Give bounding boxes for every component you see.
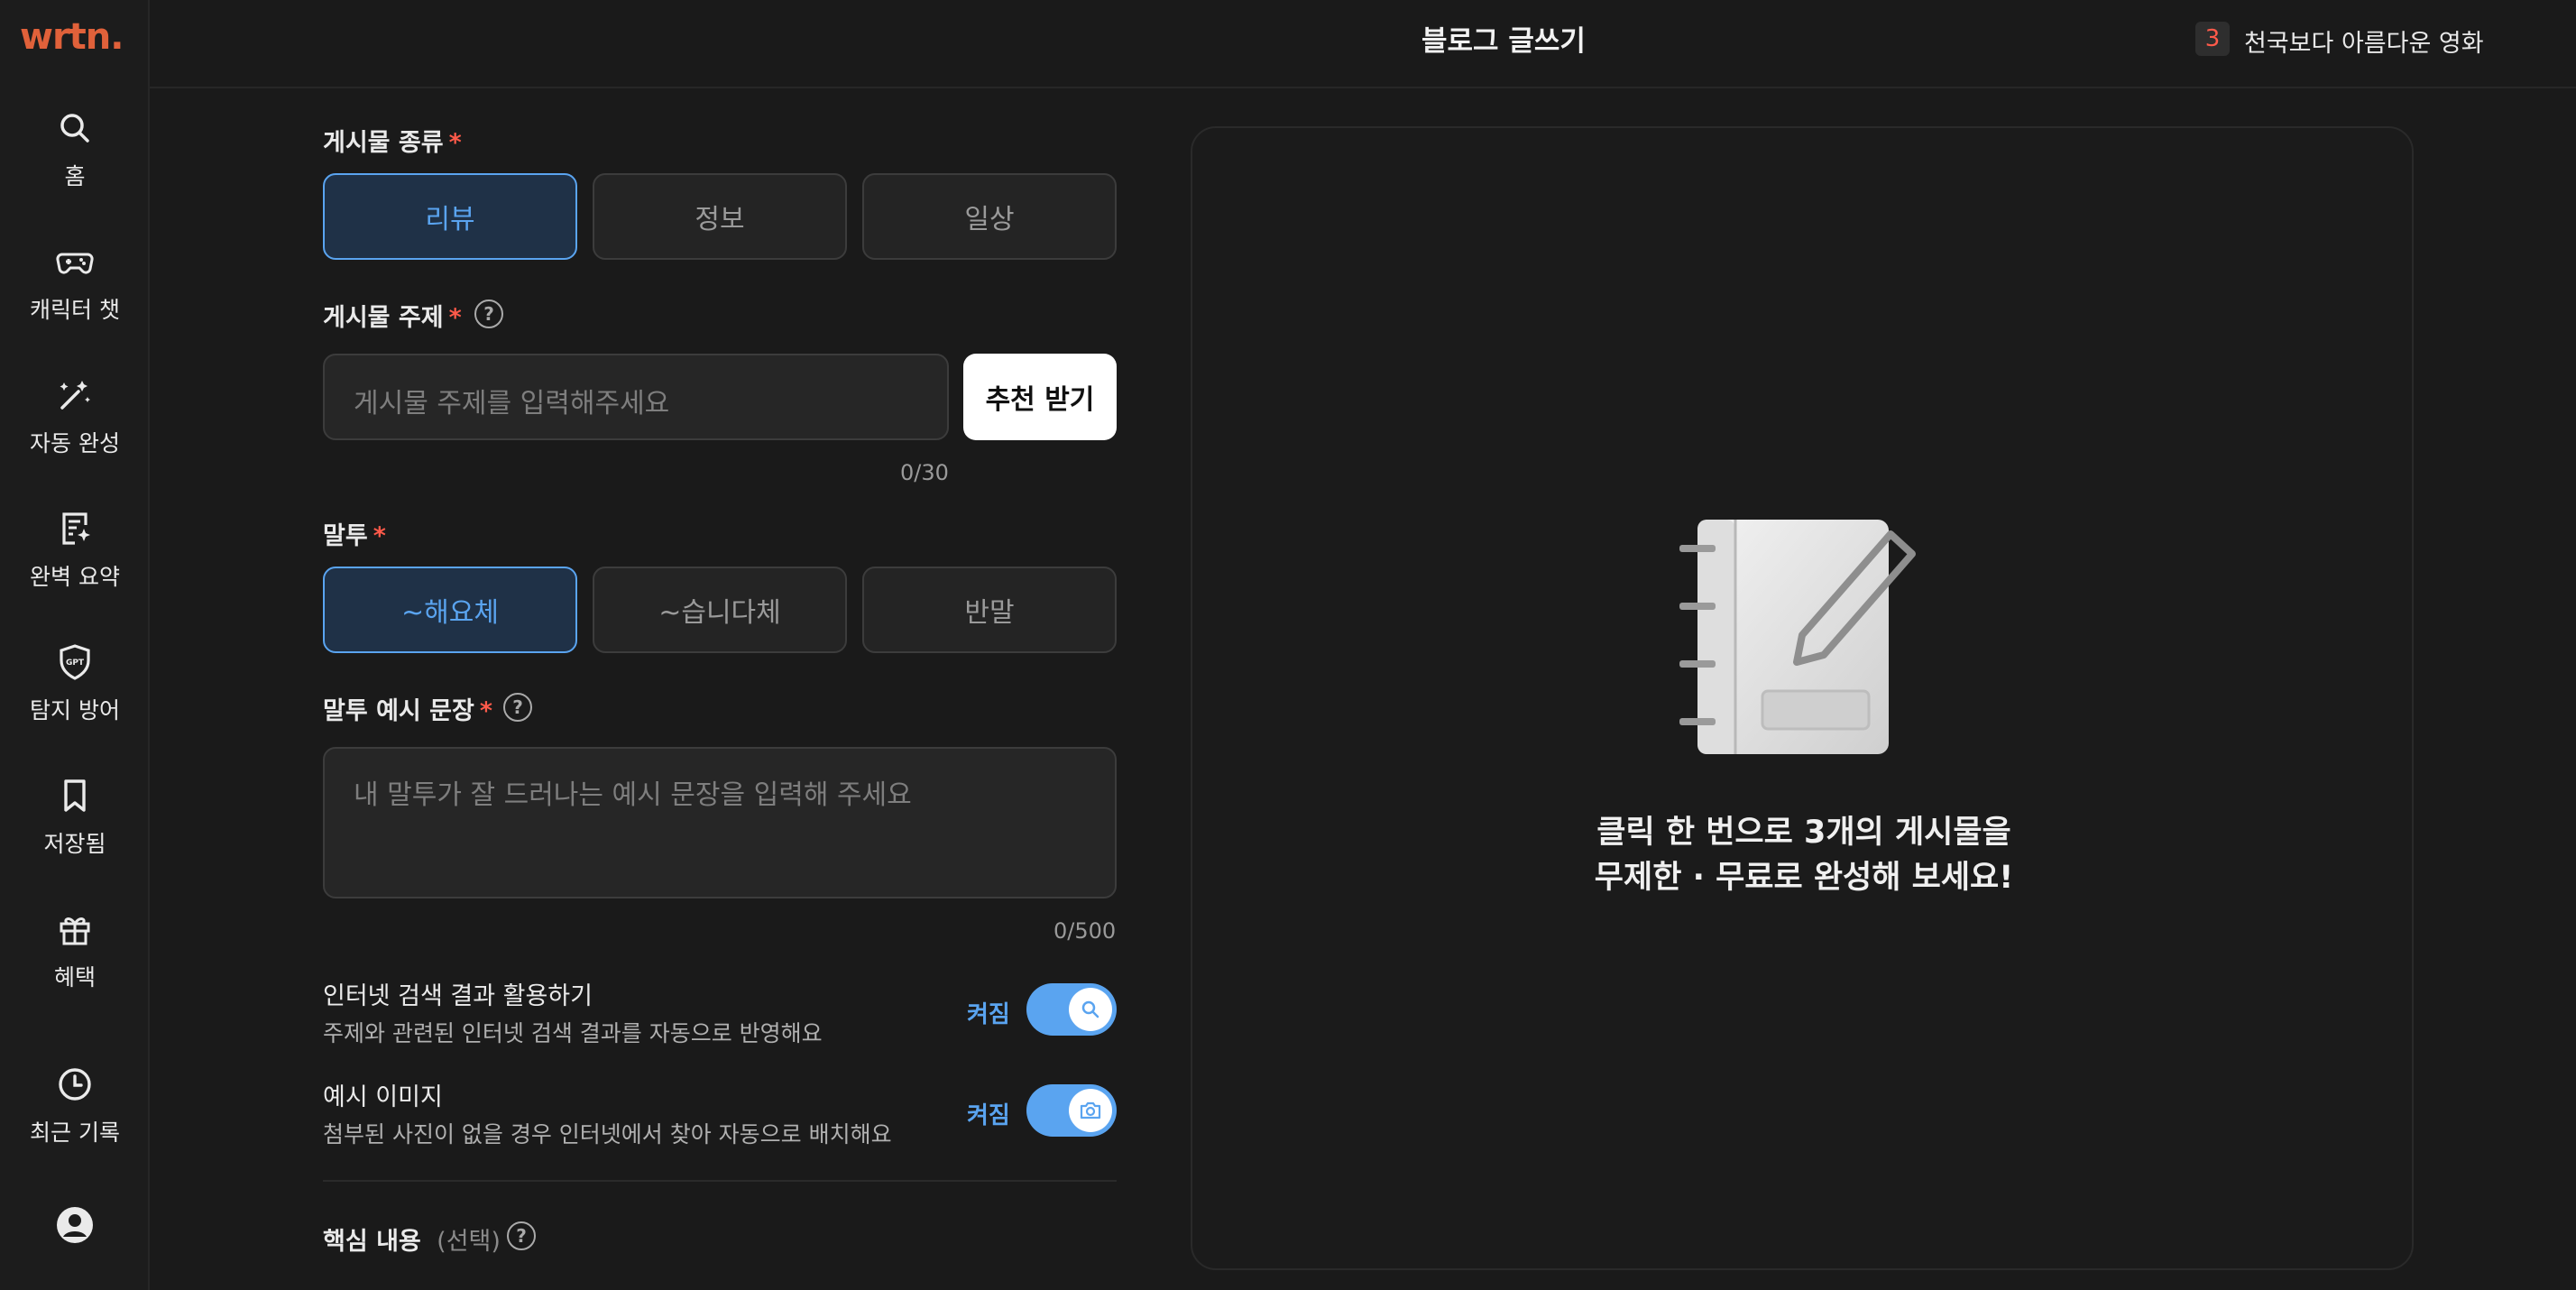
topic-help-icon[interactable]: ?: [474, 299, 503, 328]
camera-icon: [1080, 1101, 1101, 1120]
magic-wand-icon: [60, 381, 90, 410]
post-type-info-button[interactable]: 정보: [593, 173, 847, 260]
tone-example-help-icon[interactable]: ?: [503, 693, 532, 722]
optional-marker: (선택): [437, 1228, 501, 1256]
post-type-review-button[interactable]: 리뷰: [323, 173, 577, 260]
tone-haeyo-button[interactable]: ~해요체: [323, 567, 577, 653]
sidebar-item-label: 홈: [64, 163, 86, 189]
topic-label: 게시물 주제 *: [323, 298, 462, 333]
sidebar-item-label: 완벽 요약: [30, 564, 120, 590]
tone-example-char-counter: 0/500: [1053, 918, 1117, 944]
post-type-label-text: 게시물 종류: [323, 129, 444, 157]
sidebar: wrtn. 홈 캐릭터 챗 자동 완성 완벽 요약 GPT 탐지 방어 저장됨 …: [0, 0, 150, 1290]
tone-example-label: 말투 예시 문장 *: [323, 691, 492, 726]
tone-example-textarea[interactable]: 내 말투가 잘 드러나는 예시 문장을 입력해 주세요: [323, 747, 1117, 898]
tone-example-label-text: 말투 예시 문장: [323, 697, 474, 725]
key-content-help-icon[interactable]: ?: [507, 1221, 536, 1250]
sidebar-item-saved[interactable]: 저장됨: [0, 776, 150, 859]
toggle-knob: [1069, 988, 1112, 1031]
web-search-description: 주제와 관련된 인터넷 검색 결과를 자동으로 반영해요: [323, 1020, 823, 1046]
trending-rank-badge: 3: [2195, 22, 2230, 56]
gamepad-icon: [56, 253, 94, 274]
post-type-daily-button[interactable]: 일상: [862, 173, 1117, 260]
required-marker: *: [373, 522, 386, 550]
web-search-toggle[interactable]: [1026, 983, 1117, 1036]
sidebar-item-character-chat[interactable]: 캐릭터 챗: [0, 242, 150, 325]
profile-button[interactable]: [0, 1205, 150, 1245]
topic-input[interactable]: 게시물 주제를 입력해주세요: [323, 354, 949, 440]
example-image-state: 켜짐: [967, 1102, 1010, 1129]
notebook-pencil-icon: [1679, 520, 1916, 754]
clock-icon: [59, 1068, 91, 1101]
key-content-label-text: 핵심 내용: [323, 1228, 421, 1256]
preview-headline-line2: 무제한 · 무료로 완성해 보세요!: [1594, 860, 2014, 896]
gift-icon: [60, 917, 90, 945]
section-divider: [323, 1180, 1117, 1182]
trending-text[interactable]: 천국보다 아름다운 영화: [2244, 23, 2484, 59]
key-content-label: 핵심 내용 (선택): [323, 1221, 501, 1257]
preview-panel: 클릭 한 번으로 3개의 게시물을 무제한 · 무료로 완성해 보세요!: [1191, 126, 2414, 1270]
tone-formal-button[interactable]: ~습니다체: [593, 567, 847, 653]
example-image-title: 예시 이미지: [323, 1083, 443, 1111]
topic-label-text: 게시물 주제: [323, 304, 444, 332]
summary-doc-icon: [62, 512, 90, 545]
post-type-label: 게시물 종류 *: [323, 123, 462, 158]
sidebar-item-benefits[interactable]: 혜택: [0, 909, 150, 992]
preview-headline-line1: 클릭 한 번으로 3개의 게시물을: [1596, 815, 2011, 851]
example-image-toggle[interactable]: [1026, 1084, 1117, 1137]
tone-casual-button[interactable]: 반말: [862, 567, 1117, 653]
gpt-shield-icon: GPT: [60, 644, 90, 680]
user-avatar-icon: [57, 1207, 93, 1243]
sidebar-item-detection-defense[interactable]: GPT 탐지 방어: [0, 642, 150, 725]
required-marker: *: [448, 129, 462, 157]
sidebar-item-autocomplete[interactable]: 자동 완성: [0, 375, 150, 458]
sidebar-item-label: 저장됨: [43, 831, 106, 857]
top-header: 블로그 글쓰기 3 천국보다 아름다운 영화 1↓: [150, 0, 2576, 88]
required-marker: *: [479, 697, 492, 725]
web-search-title: 인터넷 검색 결과 활용하기: [323, 982, 593, 1010]
sidebar-item-recent-history[interactable]: 최근 기록: [0, 1064, 150, 1147]
toggle-knob: [1069, 1089, 1112, 1132]
search-icon: [1081, 1000, 1099, 1018]
web-search-state: 켜짐: [967, 1001, 1010, 1028]
page-title: 블로그 글쓰기: [1421, 25, 1586, 58]
sidebar-item-label: 캐릭터 챗: [30, 297, 120, 323]
sidebar-item-label: 최근 기록: [30, 1120, 120, 1146]
recommend-button[interactable]: 추천 받기: [963, 354, 1117, 440]
sidebar-item-home[interactable]: 홈: [0, 108, 150, 191]
example-image-description: 첨부된 사진이 없을 경우 인터넷에서 찾아 자동으로 배치해요: [323, 1121, 892, 1147]
sidebar-item-label: 탐지 방어: [30, 697, 120, 723]
svg-text:GPT: GPT: [66, 659, 85, 668]
search-icon: [60, 114, 89, 143]
required-marker: *: [448, 304, 462, 332]
tone-label: 말투 *: [323, 516, 386, 551]
sidebar-item-label: 자동 완성: [30, 430, 120, 456]
tone-label-text: 말투: [323, 522, 368, 550]
wrtn-logo[interactable]: wrtn.: [20, 16, 124, 58]
sidebar-item-label: 혜택: [53, 964, 96, 991]
bookmark-icon: [64, 779, 86, 812]
topic-char-counter: 0/30: [900, 460, 949, 485]
sidebar-item-summary[interactable]: 완벽 요약: [0, 509, 150, 592]
